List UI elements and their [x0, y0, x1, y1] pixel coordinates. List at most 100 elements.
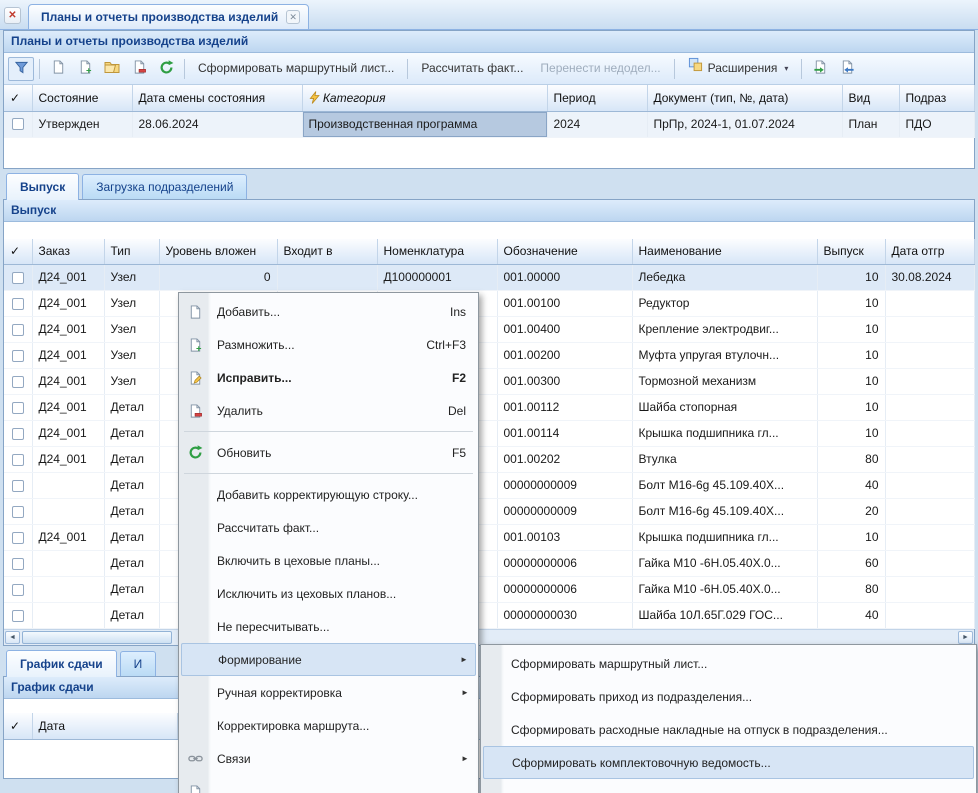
column-subdivision[interactable]: Подраз: [899, 85, 974, 111]
column-date[interactable]: Дата: [32, 713, 177, 739]
import-button[interactable]: [834, 57, 860, 81]
tab-load-subdivisions[interactable]: Загрузка подразделений: [82, 174, 247, 199]
column-qty[interactable]: Выпуск: [817, 239, 885, 265]
output-row-11[interactable]: Детал00000000006Гайка М10 -6Н.05.40Х.0..…: [4, 551, 974, 577]
output-row-1[interactable]: Д24_001Узел001.00100Редуктор10: [4, 291, 974, 317]
row-checkbox[interactable]: [12, 610, 24, 622]
output-row-3[interactable]: Д24_001Узел001.00200Муфта упругая втулоч…: [4, 343, 974, 369]
context-menu-item-5[interactable]: ОбновитьF5: [181, 436, 476, 469]
scroll-left-button[interactable]: ◄: [5, 631, 20, 644]
row-checkbox[interactable]: [12, 428, 24, 440]
output-row-7[interactable]: Д24_001Детал001.00202Втулка80: [4, 447, 974, 473]
output-panel: Выпуск ✓ Заказ Тип Уровень вложен Входит…: [3, 199, 975, 647]
context-menu-item-2[interactable]: Исправить...F2: [181, 361, 476, 394]
delete-button[interactable]: [126, 57, 152, 81]
horizontal-scrollbar[interactable]: ◄ ►: [4, 629, 974, 645]
output-row-0[interactable]: Д24_001Узел0Д100000001001.00000Лебедка10…: [4, 265, 974, 291]
context-menu-item-13[interactable]: Ручная корректировка►: [181, 676, 476, 709]
row-checkbox[interactable]: [12, 402, 24, 414]
mid-tab-strip: Выпуск Загрузка подразделений: [0, 169, 978, 199]
column-parent[interactable]: Входит в: [277, 239, 377, 265]
row-checkbox[interactable]: [12, 324, 24, 336]
scroll-thumb[interactable]: [22, 631, 172, 644]
context-menu-item-14[interactable]: Корректировка маршрута...: [181, 709, 476, 742]
context-menu-item-3[interactable]: УдалитьDel: [181, 394, 476, 427]
context-menu-item-7[interactable]: Добавить корректирующую строку...: [181, 478, 476, 511]
column-period[interactable]: Период: [547, 85, 647, 111]
column-ship-date[interactable]: Дата отгр: [885, 239, 974, 265]
context-menu-item-16[interactable]: [181, 775, 476, 793]
context-menu-item-1[interactable]: +Размножить...Ctrl+F3: [181, 328, 476, 361]
output-row-4[interactable]: Д24_001Узел001.00300Тормозной механизм10: [4, 369, 974, 395]
tab-other[interactable]: И: [120, 651, 157, 676]
plans-grid-row[interactable]: Утвержден 28.06.2024 Производственная пр…: [4, 111, 974, 137]
tab-output[interactable]: Выпуск: [6, 173, 79, 200]
refresh-button[interactable]: [153, 57, 179, 81]
duplicate-button[interactable]: +: [72, 57, 98, 81]
row-checkbox[interactable]: [12, 350, 24, 362]
select-all-header[interactable]: ✓: [4, 713, 32, 739]
row-checkbox[interactable]: [12, 454, 24, 466]
context-menu-item-0[interactable]: Добавить...Ins: [181, 295, 476, 328]
cell-type: Детал: [104, 577, 159, 603]
row-checkbox[interactable]: [12, 558, 24, 570]
cell-name: Втулка: [632, 447, 817, 473]
context-menu-item-11[interactable]: Не пересчитывать...: [181, 610, 476, 643]
format-submenu-item-1[interactable]: Сформировать приход из подразделения...: [483, 680, 974, 713]
column-state-date[interactable]: Дата смены состояния: [132, 85, 302, 111]
tab-close-icon[interactable]: ✕: [286, 10, 300, 24]
row-checkbox[interactable]: [12, 376, 24, 388]
format-submenu-item-0[interactable]: Сформировать маршрутный лист...: [483, 647, 974, 680]
row-checkbox[interactable]: [12, 480, 24, 492]
scroll-right-button[interactable]: ►: [958, 631, 973, 644]
route-list-button[interactable]: Сформировать маршрутный лист...: [190, 57, 402, 81]
context-menu-item-8[interactable]: Рассчитать факт...: [181, 511, 476, 544]
add-button[interactable]: [45, 57, 71, 81]
format-submenu-item-2[interactable]: Сформировать расходные накладные на отпу…: [483, 713, 974, 746]
close-tab-button[interactable]: ✕: [4, 7, 21, 24]
grid-empty-area: [4, 138, 974, 168]
extensions-button[interactable]: Расширения ▾: [680, 57, 797, 81]
cell-type: Детал: [104, 473, 159, 499]
context-menu-item-12[interactable]: Формирование►: [181, 643, 476, 676]
context-menu-item-15[interactable]: Связи►: [181, 742, 476, 775]
select-all-header[interactable]: ✓: [4, 85, 32, 111]
output-row-12[interactable]: Детал00000000006Гайка М10 -6Н.05.40Х.0..…: [4, 577, 974, 603]
context-menu: Добавить...Ins+Размножить...Ctrl+F3Испра…: [178, 292, 479, 793]
output-row-9[interactable]: Детал00000000009Болт М16-6g 45.109.40Х..…: [4, 499, 974, 525]
row-checkbox[interactable]: [12, 584, 24, 596]
context-menu-item-10[interactable]: Исключить из цеховых планов...: [181, 577, 476, 610]
column-name[interactable]: Наименование: [632, 239, 817, 265]
tab-plans-reports[interactable]: Планы и отчеты производства изделий ✕: [28, 4, 309, 30]
row-checkbox[interactable]: [12, 298, 24, 310]
output-row-6[interactable]: Д24_001Детал001.00114Крышка подшипника г…: [4, 421, 974, 447]
column-category[interactable]: Категория: [302, 85, 547, 111]
tab-schedule[interactable]: График сдачи: [6, 650, 117, 677]
column-level[interactable]: Уровень вложен: [159, 239, 277, 265]
context-menu-item-9[interactable]: Включить в цеховые планы...: [181, 544, 476, 577]
cell-checkbox: [4, 525, 32, 551]
row-checkbox[interactable]: [12, 506, 24, 518]
output-row-2[interactable]: Д24_001Узел001.00400Крепление электродви…: [4, 317, 974, 343]
filter-button[interactable]: [8, 57, 34, 81]
export-button[interactable]: [807, 57, 833, 81]
format-submenu-item-4[interactable]: [483, 779, 974, 793]
format-submenu-item-3[interactable]: Сформировать комплектовочную ведомость..…: [483, 746, 974, 779]
open-button[interactable]: [99, 57, 125, 81]
output-row-5[interactable]: Д24_001Детал001.00112Шайба стопорная10: [4, 395, 974, 421]
column-type[interactable]: Тип: [104, 239, 159, 265]
column-document[interactable]: Документ (тип, №, дата): [647, 85, 842, 111]
row-checkbox[interactable]: [12, 532, 24, 544]
calc-fact-button[interactable]: Рассчитать факт...: [413, 57, 531, 81]
output-row-13[interactable]: Детал00000000030Шайба 10Л.65Г.029 ГОС...…: [4, 603, 974, 629]
row-checkbox[interactable]: [12, 272, 24, 284]
column-view[interactable]: Вид: [842, 85, 899, 111]
column-designation[interactable]: Обозначение: [497, 239, 632, 265]
column-order[interactable]: Заказ: [32, 239, 104, 265]
output-row-8[interactable]: Детал00000000009Болт М16-6g 45.109.40Х..…: [4, 473, 974, 499]
output-row-10[interactable]: Д24_001Детал001.00103Крышка подшипника г…: [4, 525, 974, 551]
column-nomenclature[interactable]: Номенклатура: [377, 239, 497, 265]
column-state[interactable]: Состояние: [32, 85, 132, 111]
row-checkbox[interactable]: [12, 118, 24, 130]
select-all-header[interactable]: ✓: [4, 239, 32, 265]
